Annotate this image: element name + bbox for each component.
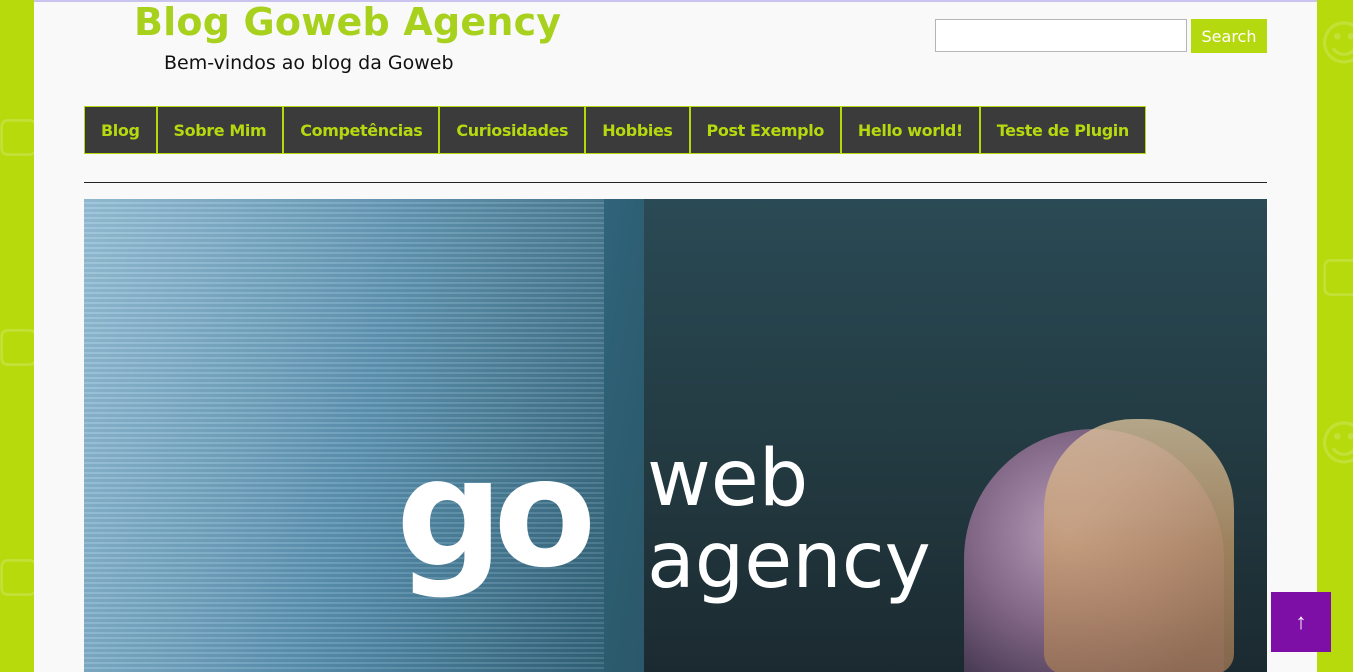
hero-logo-agency: agency <box>647 516 931 606</box>
nav-item-sobre-mim[interactable]: Sobre Mim <box>158 107 285 153</box>
nav-item-blog[interactable]: Blog <box>85 107 158 153</box>
decorative-icon: ▢ <box>0 316 34 372</box>
site-title[interactable]: Blog Goweb Agency <box>134 0 561 44</box>
page-container: Blog Goweb Agency Bem-vindos ao blog da … <box>34 0 1317 672</box>
hero-person-hair <box>1044 419 1234 672</box>
main-navigation: Blog Sobre Mim Competências Curiosidades… <box>84 106 1146 154</box>
decorative-icon: ▢ <box>0 546 34 602</box>
nav-item-competencias[interactable]: Competências <box>284 107 441 153</box>
left-background-pattern: ▢ ▢ ▢ <box>0 0 34 672</box>
decorative-icon: ▢ <box>1319 246 1353 302</box>
decorative-icon: ☺ <box>1319 416 1353 472</box>
hero-logo-go: go <box>396 427 596 601</box>
search-button[interactable]: Search <box>1191 19 1267 53</box>
hero-banner-image: go web agency <box>84 199 1267 672</box>
nav-item-teste-de-plugin[interactable]: Teste de Plugin <box>981 107 1145 153</box>
nav-item-post-exemplo[interactable]: Post Exemplo <box>691 107 842 153</box>
header-divider <box>84 182 1267 183</box>
decorative-icon: ☺ <box>1319 16 1353 72</box>
nav-item-hello-world[interactable]: Hello world! <box>842 107 981 153</box>
nav-item-hobbies[interactable]: Hobbies <box>586 107 691 153</box>
nav-item-curiosidades[interactable]: Curiosidades <box>440 107 587 153</box>
right-background-pattern: ☺ ▢ ☺ <box>1317 0 1353 672</box>
hero-logo-web: web <box>647 434 809 524</box>
back-to-top-button[interactable]: ↑ <box>1271 592 1331 652</box>
decorative-icon: ▢ <box>0 106 34 162</box>
site-tagline: Bem-vindos ao blog da Goweb <box>164 52 454 74</box>
search-input[interactable] <box>935 19 1187 52</box>
